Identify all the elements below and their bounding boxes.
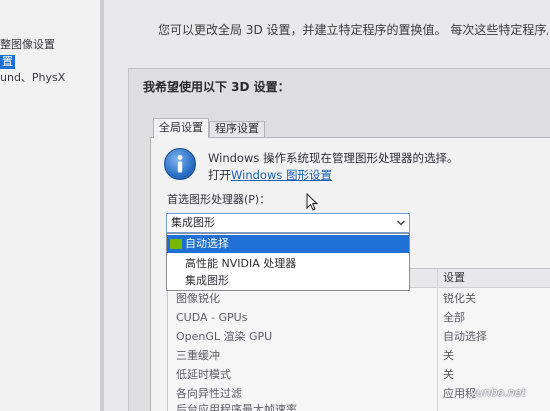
info-link-line: 打开Windows 图形设置 <box>208 168 408 183</box>
row-feature: 图像锐化 <box>176 292 220 305</box>
table-row[interactable]: 低延时模式 关 <box>168 365 550 384</box>
table-row[interactable]: 图像锐化 锐化关 <box>168 289 550 308</box>
row-setting: 关 <box>443 368 454 381</box>
chevron-down-icon <box>397 220 405 226</box>
preferred-gpu-value: 集成图形 <box>171 216 215 229</box>
table-row[interactable]: OpenGL 渲染 GPU 自动选择 <box>168 327 550 346</box>
row-feature: CUDA - GPUs <box>176 311 248 324</box>
table-row[interactable]: 后台应用程序最大帧速率 <box>168 402 550 411</box>
option-label: 集成图形 <box>185 274 229 287</box>
sidebar-item-surround-physx[interactable]: und、PhysX <box>0 71 100 85</box>
option-integrated-graphics[interactable]: 集成图形 <box>167 272 409 290</box>
row-feature: 三重缓冲 <box>176 349 220 362</box>
row-feature: 后台应用程序最大帧速率 <box>176 403 297 411</box>
page-description: 您可以更改全局 3D 设置，并建立特定程序的置换值。 每次这些特定程序启 <box>158 23 548 37</box>
info-icon <box>164 148 196 180</box>
watermark-text: yunbo.net <box>470 386 526 399</box>
row-setting: 关 <box>443 349 454 362</box>
tab-global-settings[interactable]: 全局设置 <box>153 118 209 138</box>
panel-title: 我希望使用以下 3D 设置： <box>143 80 290 94</box>
row-feature: 低延时模式 <box>176 368 231 381</box>
option-label: 自动选择 <box>185 237 229 250</box>
sidebar-item-manage-3d-settings[interactable]: 置 <box>0 55 15 69</box>
column-header-setting[interactable]: 设置 <box>443 269 465 287</box>
preferred-gpu-label: 首选图形处理器(P)： <box>167 193 271 206</box>
sidebar-item-adjust-image-settings[interactable]: 整图像设置 <box>0 38 100 52</box>
row-setting: 自动选择 <box>443 330 487 343</box>
sidebar: 整图像设置 置 und、PhysX <box>0 0 100 411</box>
row-feature: OpenGL 渲染 GPU <box>176 330 273 343</box>
preferred-gpu-options: 自动选择 高性能 NVIDIA 处理器 集成图形 <box>166 233 410 291</box>
option-auto-select[interactable]: 自动选择 <box>167 235 409 253</box>
row-setting: 锐化关 <box>443 292 476 305</box>
option-label: 高性能 NVIDIA 处理器 <box>185 257 297 270</box>
info-link-prefix: 打开 <box>208 168 231 182</box>
table-row[interactable]: CUDA - GPUs 全部 <box>168 308 550 327</box>
preferred-gpu-select[interactable]: 集成图形 <box>166 213 410 233</box>
nvidia-icon <box>170 239 182 249</box>
mouse-cursor-icon <box>306 193 318 211</box>
row-feature: 各向异性过滤 <box>176 387 242 400</box>
option-high-performance-nvidia[interactable]: 高性能 NVIDIA 处理器 <box>167 255 409 273</box>
row-setting: 全部 <box>443 311 465 324</box>
table-row[interactable]: 三重缓冲 关 <box>168 346 550 365</box>
windows-graphics-settings-link[interactable]: Windows 图形设置 <box>231 168 332 182</box>
tab-program-settings[interactable]: 程序设置 <box>209 121 265 137</box>
info-message: Windows 操作系统现在管理图形处理器的选择。 <box>208 151 459 165</box>
